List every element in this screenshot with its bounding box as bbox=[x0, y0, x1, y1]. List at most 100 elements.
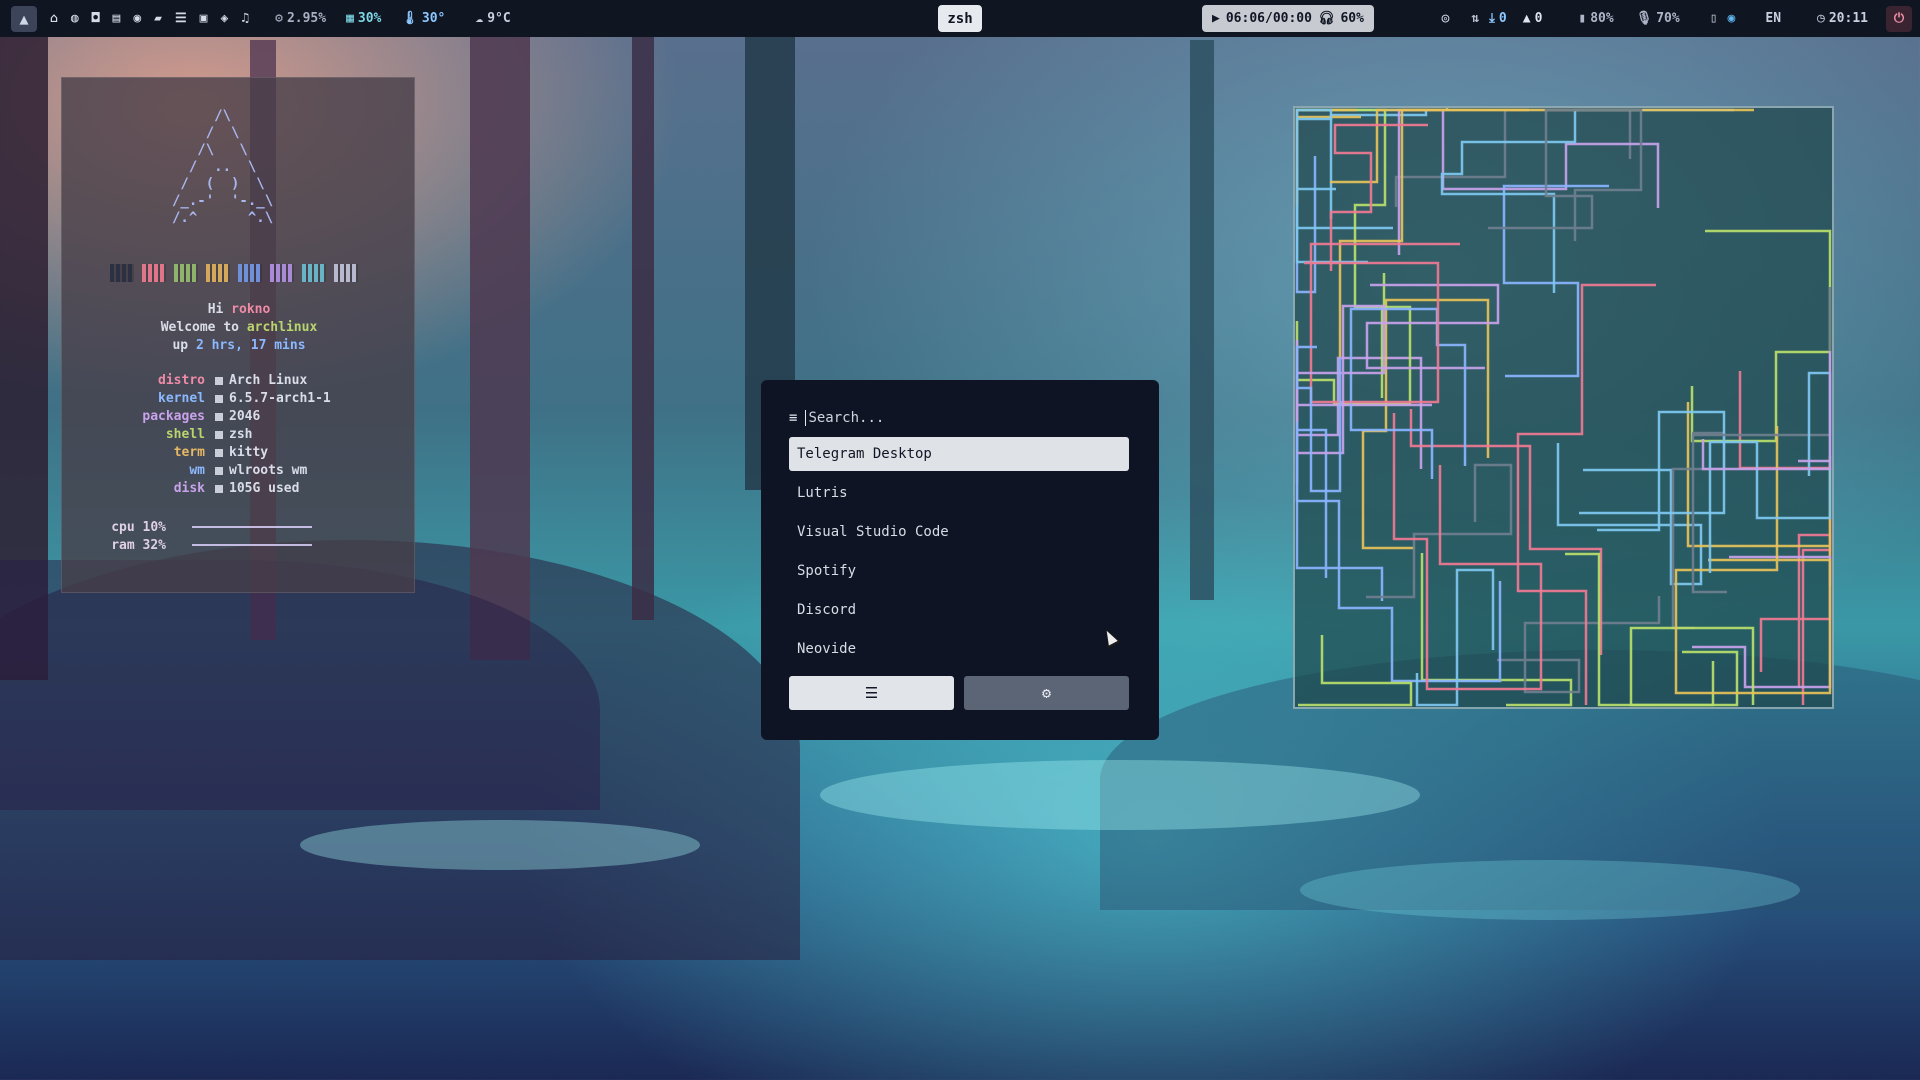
download-icon: ⤓ bbox=[1489, 11, 1495, 26]
pipe-segment bbox=[1295, 156, 1317, 294]
pipe-segment bbox=[1708, 371, 1832, 573]
fetch-panel: /\ / \ /\ \ / .. \ / ( ) \ /_.-' '-._\ /… bbox=[61, 77, 415, 593]
cpu-icon: ⚙ bbox=[275, 11, 283, 26]
image-icon[interactable]: ▣ bbox=[200, 11, 208, 26]
screenshot-icon[interactable]: ◎ bbox=[1442, 11, 1450, 26]
app-item-telegram[interactable]: Telegram Desktop bbox=[789, 437, 1129, 471]
pipe-segment bbox=[1516, 283, 1656, 705]
pipe-segment bbox=[1415, 568, 1495, 707]
info-key: kernel bbox=[158, 391, 205, 406]
bullet-icon bbox=[215, 449, 223, 457]
color-swatch bbox=[270, 264, 294, 282]
updates-indicator[interactable]: ⇅ bbox=[1471, 11, 1479, 26]
app-item-discord[interactable]: Discord bbox=[789, 593, 1129, 627]
pipe-segment bbox=[1488, 108, 1643, 241]
info-value: 2046 bbox=[229, 409, 261, 424]
mic-indicator[interactable]: 🎙︎ 70% bbox=[1636, 11, 1680, 26]
bullet-icon bbox=[215, 377, 223, 385]
temperature-indicator: 🌡︎ 30° bbox=[401, 11, 446, 26]
notes-icon[interactable]: ▤ bbox=[112, 11, 120, 26]
folder-icon[interactable]: ▰ bbox=[154, 11, 162, 26]
pipe-segment bbox=[1295, 346, 1423, 469]
code-icon[interactable]: ◈ bbox=[220, 11, 228, 26]
tray: ◎ ⇅ ⤓ 0 ▲ 0 ▮ 80% 🎙︎ 70% ▯ ◉ EN ◷ 20:11 ⏻ bbox=[1420, 0, 1920, 37]
pipe-segment bbox=[1329, 123, 1428, 271]
apps-mode-button[interactable]: ☰ bbox=[789, 676, 954, 710]
info-key: shell bbox=[165, 427, 205, 442]
info-row-distro: distro Arch Linux bbox=[62, 372, 416, 390]
media-widget[interactable]: ▶ 06:06/00:00 🎧︎ 60% bbox=[1202, 5, 1374, 32]
system-info: distro Arch Linux kernel 6.5.7-arch1-1 packa… bbox=[62, 372, 416, 498]
home-icon[interactable]: ⌂ bbox=[50, 11, 58, 26]
pipe-segment bbox=[1394, 108, 1632, 207]
pipe-segment bbox=[1295, 345, 1342, 493]
thermometer-icon: 🌡︎ bbox=[401, 11, 418, 26]
info-key: term bbox=[173, 445, 205, 460]
pipe-segment bbox=[1497, 596, 1661, 694]
gamepad-icon[interactable]: ◘ bbox=[92, 11, 100, 26]
music-icon[interactable]: ♫ bbox=[241, 11, 249, 26]
download-indicator[interactable]: ⤓ 0 bbox=[1489, 11, 1507, 26]
pipes-terminal-window[interactable] bbox=[1293, 106, 1834, 709]
language-indicator[interactable]: EN bbox=[1765, 11, 1781, 26]
pipes-animation bbox=[1295, 108, 1832, 707]
info-key: distro bbox=[158, 373, 205, 388]
pipe-segment bbox=[1565, 552, 1739, 707]
clipboard-icon[interactable]: ▯ bbox=[1710, 11, 1718, 26]
settings-mode-button[interactable]: ⚙ bbox=[964, 676, 1129, 710]
globe-icon[interactable]: ◍ bbox=[71, 11, 79, 26]
greeting-line: Hi rokno bbox=[207, 302, 271, 317]
list-icon[interactable]: ☰ bbox=[175, 11, 187, 26]
app-item-neovide[interactable]: Neovide bbox=[789, 632, 1129, 666]
arch-ascii-logo: /\ / \ /\ \ / .. \ / ( ) \ /_.-' '-._\ /… bbox=[172, 108, 274, 226]
launcher-buttons: ☰ ⚙ bbox=[789, 676, 1129, 710]
bullet-icon bbox=[215, 431, 223, 439]
info-key: wm bbox=[189, 463, 205, 478]
pipe-segment bbox=[1440, 108, 1734, 293]
clock-icon: ◷ bbox=[1817, 11, 1825, 26]
uptime-line: up 2 hrs, 17 mins bbox=[172, 338, 306, 353]
cpu-indicator: ⚙ 2.95% bbox=[275, 11, 327, 26]
globe-tray-icon[interactable]: ◉ bbox=[1728, 11, 1736, 26]
battery-indicator: ▮ 80% bbox=[1578, 11, 1614, 26]
info-value: wlroots wm bbox=[229, 463, 308, 478]
cpu-meter: cpu 10% bbox=[62, 518, 416, 536]
palette-icon[interactable]: ◉ bbox=[133, 11, 141, 26]
search-input[interactable] bbox=[805, 410, 1106, 426]
power-button[interactable]: ⏻ bbox=[1886, 5, 1912, 32]
pipe-segment bbox=[1701, 351, 1832, 471]
app-list: Telegram Desktop Lutris Visual Studio Co… bbox=[789, 437, 1129, 671]
arch-updates-indicator[interactable]: ▲ 0 bbox=[1523, 11, 1543, 26]
pipe-segment bbox=[1295, 305, 1412, 406]
app-item-spotify[interactable]: Spotify bbox=[789, 554, 1129, 588]
cloud-icon: ☁ bbox=[475, 11, 484, 26]
bullet-icon bbox=[215, 467, 223, 475]
info-value: kitty bbox=[229, 445, 269, 460]
weather-indicator: ☁ 9°C bbox=[475, 11, 511, 26]
pipe-segment bbox=[1397, 108, 1660, 255]
info-key: packages bbox=[142, 409, 205, 424]
info-row-term: term kitty bbox=[62, 444, 416, 462]
menu-icon: ≡ bbox=[789, 410, 798, 426]
arch-icon: ▲ bbox=[1522, 11, 1531, 26]
pipe-segment bbox=[1295, 108, 1428, 230]
pipe-segment bbox=[1338, 108, 1529, 357]
play-icon[interactable]: ▶ bbox=[1212, 11, 1220, 26]
bullet-icon bbox=[215, 395, 223, 403]
welcome-line: Welcome to archlinux bbox=[160, 320, 318, 335]
arch-logo-icon[interactable]: ▲ bbox=[11, 5, 37, 32]
info-row-disk: disk 105G used bbox=[62, 480, 416, 498]
network-icon: ⇅ bbox=[1471, 11, 1480, 26]
active-window-title[interactable]: zsh bbox=[938, 5, 982, 32]
pipe-segment bbox=[1330, 108, 1754, 184]
info-value: 105G used bbox=[229, 481, 300, 496]
color-swatch bbox=[174, 264, 198, 282]
info-row-shell: shell zsh bbox=[62, 426, 416, 444]
app-item-vscode[interactable]: Visual Studio Code bbox=[789, 515, 1129, 549]
color-swatch bbox=[238, 264, 262, 282]
info-key: disk bbox=[173, 481, 205, 496]
gear-icon: ⚙ bbox=[1041, 684, 1052, 702]
usage-meters: cpu 10% ram 32% bbox=[62, 518, 416, 554]
app-item-lutris[interactable]: Lutris bbox=[789, 476, 1129, 510]
menu-icon: ☰ bbox=[864, 684, 879, 702]
